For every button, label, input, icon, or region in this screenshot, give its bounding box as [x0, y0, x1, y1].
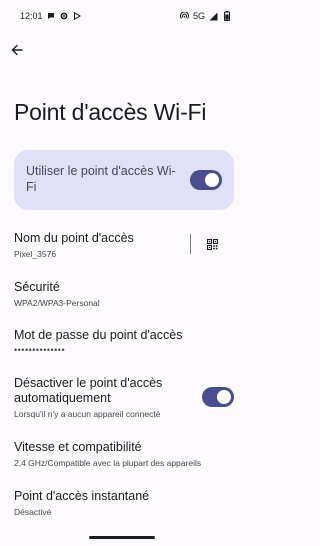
play-store-icon	[73, 12, 82, 21]
instant-hotspot-row[interactable]: Point d'accès instantané Désactivé	[14, 489, 149, 518]
qr-code-icon	[206, 238, 218, 250]
signal-icon	[209, 12, 218, 21]
instant-hotspot-value: Désactivé	[14, 507, 52, 517]
auto-off-row[interactable]: Désactiver le point d'accès automatiquem…	[14, 376, 162, 420]
auto-off-title-line1: Désactiver le point d'accès	[14, 376, 163, 390]
hotspot-name-title: Nom du point d'accès	[14, 231, 134, 245]
row-divider	[190, 234, 191, 254]
status-bar-right: 5G	[179, 11, 231, 21]
security-value: WPA2/WPA3-Personal	[14, 298, 100, 308]
status-bar: 12:01 5G	[0, 0, 243, 34]
security-row[interactable]: Sécurité WPA2/WPA3-Personal	[14, 280, 100, 309]
hotspot-name-value: Pixel_3576	[14, 249, 57, 259]
security-title: Sécurité	[14, 280, 60, 294]
battery-icon	[222, 11, 231, 21]
gear-icon	[60, 12, 69, 21]
auto-off-title-line2: automatiquement	[14, 391, 111, 405]
use-hotspot-switch[interactable]	[190, 170, 222, 190]
arrow-back-icon	[11, 44, 23, 56]
switch-knob	[205, 173, 219, 187]
use-hotspot-card[interactable]: Utiliser le point d'accès Wi-Fi	[14, 150, 234, 210]
password-row[interactable]: Mot de passe du point d'accès ••••••••••…	[14, 328, 182, 355]
page-title: Point d'accès Wi-Fi	[14, 99, 207, 125]
qr-code-button[interactable]	[203, 235, 221, 253]
hotspot-icon	[179, 11, 189, 21]
auto-off-switch[interactable]	[202, 387, 234, 407]
chat-bubble-icon	[47, 12, 56, 21]
speed-value: 2,4 GHz/Compatible avec la plupart des a…	[14, 458, 202, 468]
status-time: 12:01	[20, 11, 43, 21]
gesture-nav-handle[interactable]	[89, 536, 155, 539]
speed-title: Vitesse et compatibilité	[14, 440, 142, 454]
auto-off-subtitle: Lorsqu'il n'y a aucun appareil connecté	[14, 409, 161, 419]
password-title: Mot de passe du point d'accès	[14, 328, 183, 342]
password-value: ••••••••••••••	[14, 345, 66, 355]
network-type: 5G	[192, 11, 205, 21]
switch-knob	[217, 390, 231, 404]
status-bar-left: 12:01	[20, 11, 82, 21]
speed-compatibility-row[interactable]: Vitesse et compatibilité 2,4 GHz/Compati…	[14, 440, 201, 469]
hotspot-name-row[interactable]: Nom du point d'accès Pixel_3576	[14, 231, 134, 260]
use-hotspot-label: Utiliser le point d'accès Wi-Fi	[26, 164, 176, 194]
instant-hotspot-title: Point d'accès instantané	[14, 489, 150, 503]
back-button[interactable]	[7, 40, 27, 60]
